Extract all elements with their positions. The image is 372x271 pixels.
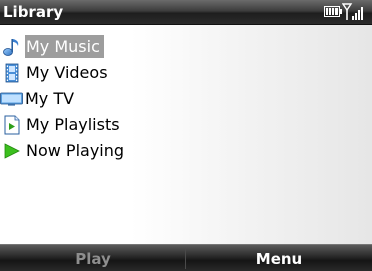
- menu-item-label: My Music: [25, 35, 104, 58]
- menu-item-label: My TV: [25, 89, 75, 108]
- library-menu: My Music My Videos My TV My Playlists No…: [0, 34, 372, 164]
- signal-strength-icon: [342, 3, 363, 20]
- menu-softkey[interactable]: Menu: [186, 248, 372, 270]
- playlist-icon: [4, 115, 20, 135]
- battery-full-icon: [324, 6, 342, 17]
- menu-item-my-tv[interactable]: My TV: [0, 86, 372, 112]
- menu-item-label: My Playlists: [26, 115, 120, 134]
- menu-item-my-videos[interactable]: My Videos: [0, 60, 372, 86]
- music-note-icon: [3, 39, 19, 56]
- title-bar: Library: [0, 0, 372, 25]
- menu-item-my-music[interactable]: My Music: [0, 34, 372, 60]
- play-arrow-icon: [4, 143, 20, 159]
- tv-icon: [0, 92, 23, 106]
- softkey-bar: Play Menu: [0, 244, 372, 271]
- film-strip-icon: [5, 63, 19, 83]
- page-title: Library: [3, 3, 64, 21]
- menu-item-my-playlists[interactable]: My Playlists: [0, 112, 372, 138]
- menu-item-label: Now Playing: [26, 141, 125, 160]
- menu-item-now-playing[interactable]: Now Playing: [0, 138, 372, 164]
- library-screen: Library My Music My Videos My TV My Play…: [0, 0, 372, 271]
- play-softkey[interactable]: Play: [0, 248, 186, 270]
- menu-item-label: My Videos: [26, 63, 108, 82]
